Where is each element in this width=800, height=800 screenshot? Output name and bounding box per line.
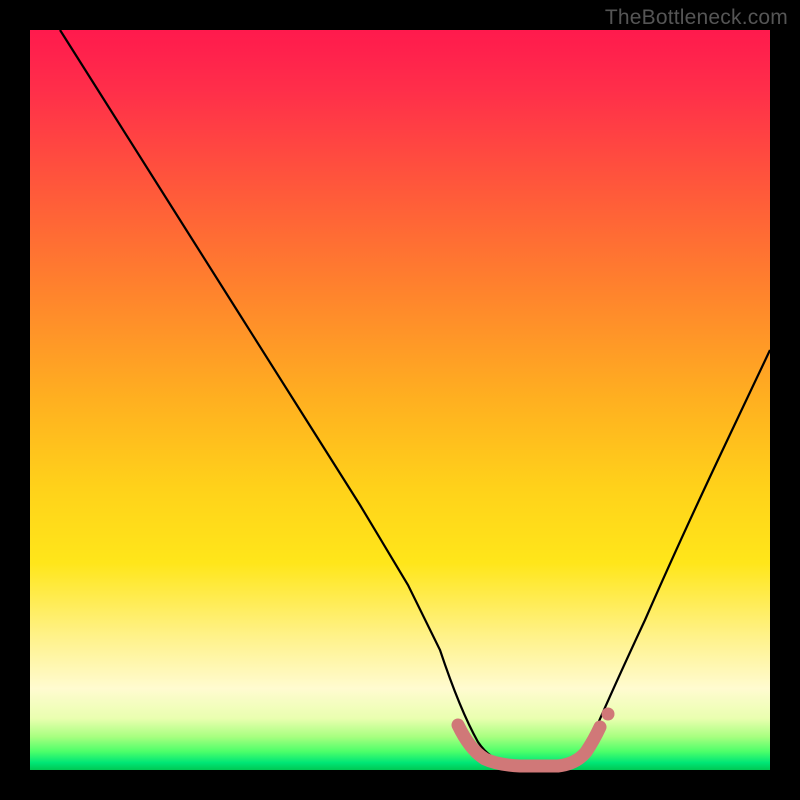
chart-frame: TheBottleneck.com — [0, 0, 800, 800]
chart-plot-area — [30, 30, 770, 770]
highlight-dot-icon — [602, 708, 615, 721]
watermark-text: TheBottleneck.com — [605, 6, 788, 30]
bottleneck-curve — [30, 30, 770, 770]
curve-path — [60, 30, 770, 763]
